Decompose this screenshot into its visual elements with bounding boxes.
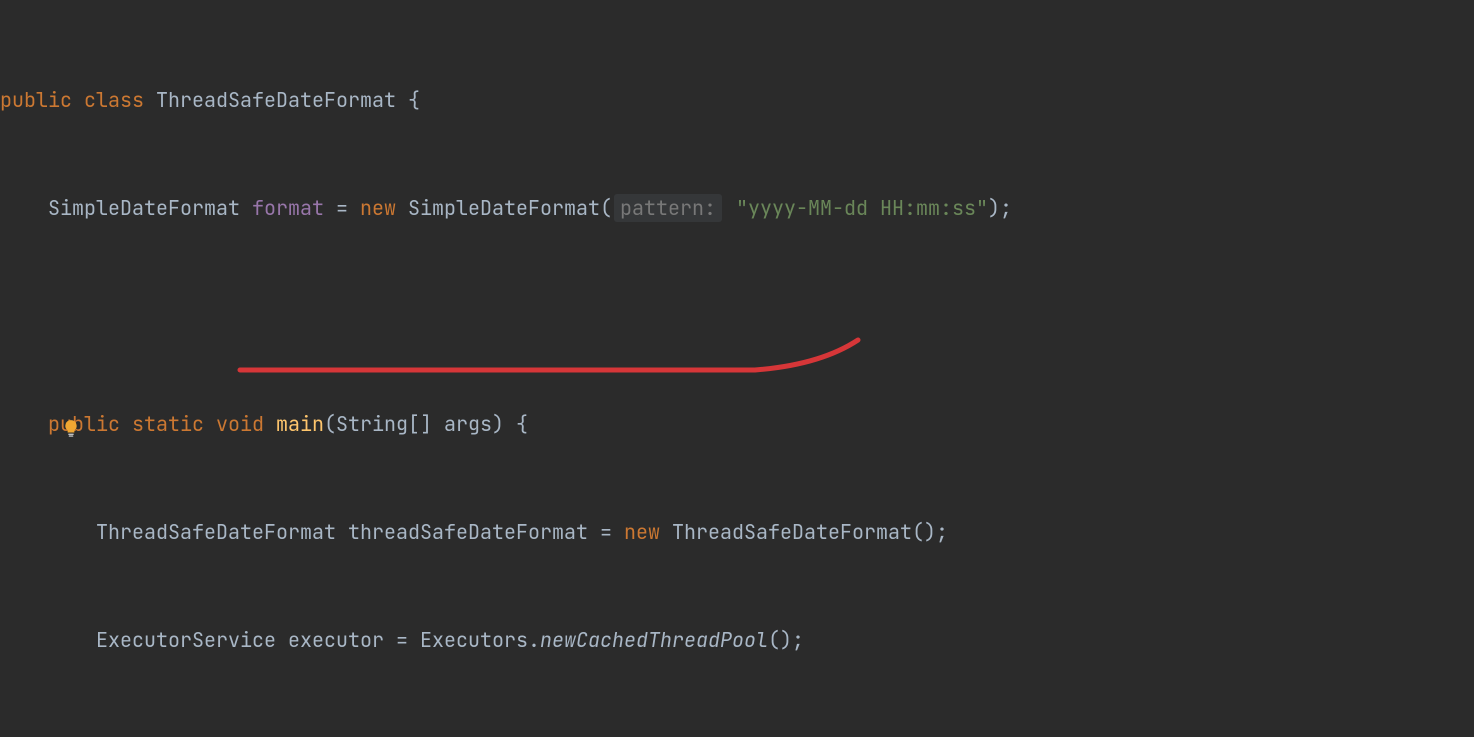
lightbulb-icon[interactable] [14, 376, 32, 394]
class-name: ThreadSafeDateFormat [156, 87, 408, 113]
keyword: public [0, 87, 84, 113]
keyword: new [360, 195, 408, 221]
string-literal: "yyyy-MM-dd HH:mm:ss" [736, 195, 988, 221]
code-line[interactable]: SimpleDateFormat format = new SimpleDate… [0, 190, 1474, 226]
code-line[interactable]: ExecutorService executor = Executors.new… [0, 622, 1474, 658]
code-area[interactable]: public class ThreadSafeDateFormat { Simp… [0, 10, 1474, 737]
keyword: void [216, 411, 276, 437]
keyword: class [84, 87, 156, 113]
code-line[interactable]: public class ThreadSafeDateFormat { [0, 82, 1474, 118]
code-line[interactable]: ThreadSafeDateFormat threadSafeDateForma… [0, 514, 1474, 550]
code-line[interactable] [0, 298, 1474, 334]
brace: { [408, 87, 420, 113]
keyword: new [624, 519, 672, 545]
static-method: newCachedThreadPool [540, 627, 768, 653]
method-name: main [276, 411, 324, 437]
param-hint: pattern: [614, 194, 722, 222]
keyword: static [132, 411, 216, 437]
code-line[interactable]: public static void main(String[] args) { [0, 406, 1474, 442]
code-editor[interactable]: public class ThreadSafeDateFormat { Simp… [0, 0, 1474, 737]
type: SimpleDateFormat [48, 195, 252, 221]
field: format [252, 195, 336, 221]
code-line[interactable]: for (int i = 0; i < 1000; i++) { [0, 730, 1474, 737]
